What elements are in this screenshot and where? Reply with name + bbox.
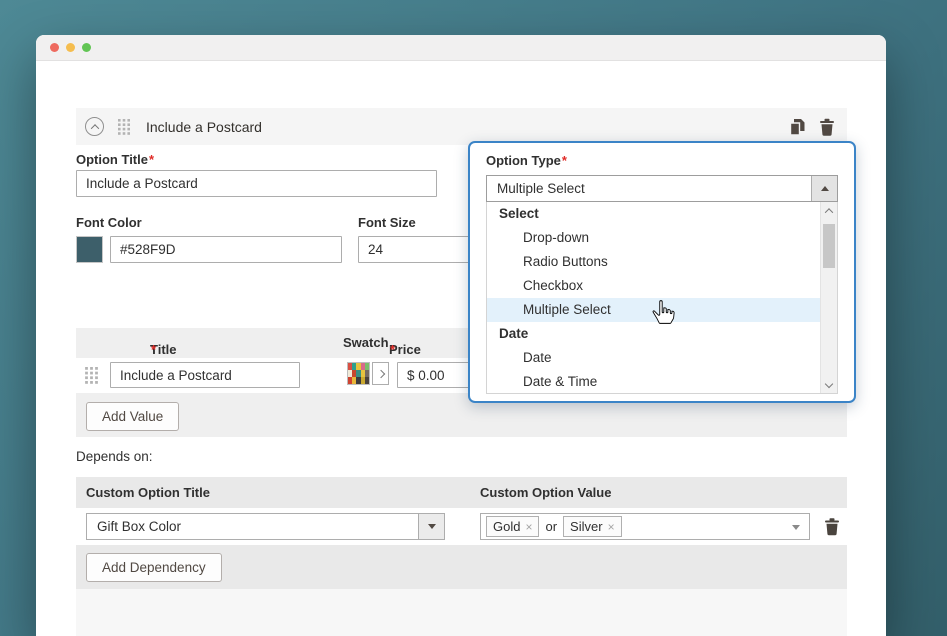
duplicate-option-button[interactable]	[786, 116, 808, 138]
value-tag: Gold ×	[486, 516, 540, 537]
copy-icon	[789, 118, 805, 136]
delete-dependency-button[interactable]	[822, 515, 842, 538]
card-footer-area	[76, 589, 847, 636]
select-arrow-button[interactable]	[418, 514, 444, 539]
option-group-select: Select	[499, 206, 539, 221]
add-dependency-section: Add Dependency	[76, 545, 847, 589]
scrollbar-up-icon[interactable]	[824, 208, 834, 217]
option-title-label: Option Title*	[76, 152, 155, 167]
depends-on-heading: Depends on:	[76, 449, 153, 464]
caret-up-icon	[820, 186, 829, 191]
font-size-label: Font Size	[358, 215, 416, 230]
swatch-button[interactable]	[347, 362, 370, 385]
font-color-input[interactable]	[110, 236, 342, 263]
option-header-row: Include a Postcard	[76, 108, 847, 145]
add-dependency-button[interactable]: Add Dependency	[86, 553, 222, 582]
option-title-heading: Include a Postcard	[146, 118, 262, 135]
option-title-input[interactable]	[76, 170, 437, 197]
dependency-row: Gift Box Color Gold × or Silver ×	[76, 508, 847, 545]
option-type-item-multiple-select[interactable]: Multiple Select	[487, 298, 820, 322]
option-type-item-radio-buttons[interactable]: Radio Buttons	[487, 250, 820, 274]
tag-joiner: or	[545, 519, 558, 534]
add-value-button[interactable]: Add Value	[86, 402, 180, 431]
swatch-thumbnail	[348, 363, 369, 384]
value-tag: Silver ×	[563, 516, 622, 537]
option-type-item-date[interactable]: Date	[487, 346, 820, 370]
traffic-light[interactable]	[82, 43, 91, 52]
collapse-option-button[interactable]	[85, 117, 104, 136]
chevron-up-circle-icon	[90, 123, 99, 133]
caret-down-icon	[427, 524, 436, 529]
option-type-item-dropdown[interactable]: Drop-down	[487, 226, 820, 250]
dependency-title-header: Custom Option Title	[86, 485, 210, 500]
swatch-expand-button[interactable]	[372, 362, 389, 385]
dependency-table-header: Custom Option Title Custom Option Value	[76, 477, 847, 508]
tag-remove-icon[interactable]: ×	[525, 520, 532, 534]
option-type-selected-value: Multiple Select	[497, 181, 585, 196]
values-swatch-header: Swatch	[343, 335, 389, 350]
delete-option-button[interactable]	[817, 116, 837, 138]
value-title-input[interactable]	[110, 362, 300, 388]
font-color-label: Font Color	[76, 215, 142, 230]
option-type-dropdown-list: Select Drop-down Radio Buttons Checkbox …	[486, 202, 838, 394]
font-color-swatch[interactable]	[76, 236, 103, 263]
option-type-panel: Option Type* Multiple Select Select Drop…	[468, 141, 856, 403]
chevron-right-icon	[376, 369, 385, 378]
trash-icon	[825, 518, 839, 536]
option-type-item-checkbox[interactable]: Checkbox	[487, 274, 820, 298]
desktop-background: Include a Postcard Option Title* Include…	[0, 0, 947, 636]
option-type-select[interactable]: Multiple Select	[486, 175, 838, 202]
tag-remove-icon[interactable]: ×	[608, 520, 615, 534]
option-group-date: Date	[499, 326, 529, 341]
window-titlebar	[36, 35, 886, 61]
traffic-light[interactable]	[50, 43, 59, 52]
dependency-title-select[interactable]: Gift Box Color	[86, 513, 445, 540]
scrollbar-down-icon[interactable]	[824, 379, 834, 389]
scrollbar-thumb[interactable]	[823, 224, 835, 268]
scrollbar[interactable]	[820, 202, 837, 393]
dependency-value-header: Custom Option Value	[480, 485, 612, 500]
select-collapse-button[interactable]	[811, 176, 837, 201]
traffic-light[interactable]	[66, 43, 75, 52]
row-drag-handle-icon[interactable]	[85, 367, 98, 384]
option-type-item-date-time[interactable]: Date & Time	[487, 370, 820, 393]
dependency-value-multiselect[interactable]: Gold × or Silver ×	[480, 513, 810, 540]
trash-icon	[820, 118, 834, 136]
caret-down-icon[interactable]	[792, 525, 800, 530]
drag-handle-icon[interactable]	[118, 118, 130, 135]
option-type-label: Option Type*	[486, 153, 567, 168]
